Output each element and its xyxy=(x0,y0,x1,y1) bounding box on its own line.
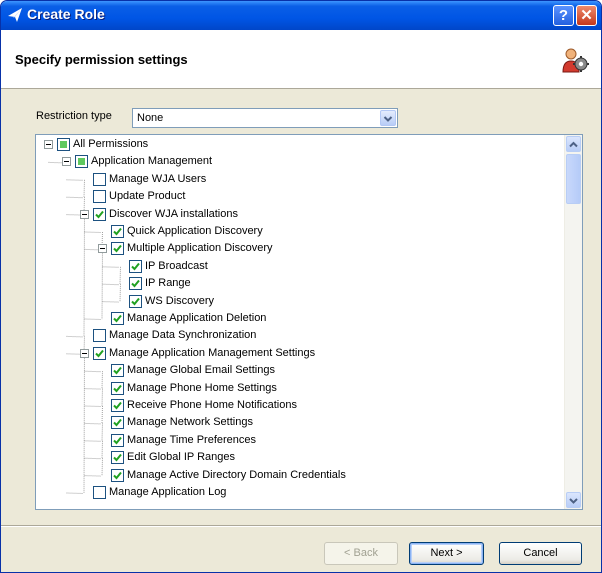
permissions-tree[interactable]: All Permissions Application Management Man… xyxy=(35,134,583,510)
tree-node-label: Manage Global Email Settings xyxy=(127,364,275,377)
checkbox-checked-icon[interactable] xyxy=(111,225,124,238)
scroll-thumb[interactable] xyxy=(566,154,581,204)
checkbox-checked-icon[interactable] xyxy=(129,259,142,273)
tree-node[interactable]: Manage Global Email Settings xyxy=(36,363,556,379)
collapse-icon[interactable] xyxy=(44,140,53,149)
checkbox-checked-icon[interactable] xyxy=(111,416,124,430)
user-gear-icon xyxy=(562,48,589,73)
checkbox-checked-icon[interactable] xyxy=(129,294,142,308)
chevron-down-icon xyxy=(383,116,393,122)
tree-node[interactable]: All Permissions xyxy=(36,137,556,153)
tree-node-label: Manage WJA Users xyxy=(109,172,207,185)
window-title: Create Role xyxy=(27,6,105,22)
back-button[interactable]: < Back xyxy=(324,542,398,565)
checkbox-checked-icon[interactable] xyxy=(111,364,124,378)
tree-node-label: IP Broadcast xyxy=(145,259,208,272)
tree-node-label: IP Range xyxy=(145,277,191,290)
tree-node[interactable]: Manage Data Synchronization xyxy=(36,328,556,344)
tree-node[interactable]: Manage Active Directory Domain Credentia… xyxy=(36,468,556,484)
checkbox-checked-icon[interactable] xyxy=(111,381,124,395)
checkbox-checked-icon[interactable] xyxy=(111,312,124,325)
tree-node[interactable]: Manage Application Management Settings xyxy=(36,346,556,362)
tree-node[interactable]: Manage Application Deletion xyxy=(36,311,556,327)
checkbox-checked-icon[interactable] xyxy=(111,242,124,256)
tree-node-label: Update Product xyxy=(109,190,186,203)
vertical-scrollbar[interactable] xyxy=(564,135,582,509)
scroll-down-button[interactable] xyxy=(566,492,581,508)
tree-node-label: Manage Data Synchronization xyxy=(109,329,257,342)
tree-node-label: WS Discovery xyxy=(145,294,215,307)
tree-node[interactable]: Multiple Application Discovery xyxy=(36,241,556,257)
tree-node-label: All Permissions xyxy=(73,138,149,150)
role-wizard-icon xyxy=(8,8,22,22)
tree-node[interactable]: IP Range xyxy=(36,276,556,292)
tree-node[interactable]: IP Broadcast xyxy=(36,259,556,275)
tree-node[interactable]: Manage WJA Users xyxy=(36,172,556,188)
wizard-header: Specify permission settings xyxy=(1,30,601,89)
footer-divider xyxy=(1,525,601,527)
checkbox-checked-icon[interactable] xyxy=(111,468,124,482)
collapse-icon[interactable] xyxy=(98,244,107,254)
tree-node-label: Manage Application Deletion xyxy=(127,312,267,324)
checkbox-icon[interactable] xyxy=(93,172,106,186)
tree-node[interactable]: Manage Network Settings xyxy=(36,415,556,431)
tree-node-label: Manage Phone Home Settings xyxy=(127,381,277,394)
tree-node-label: Discover WJA installations xyxy=(109,207,238,220)
checkbox-checked-icon[interactable] xyxy=(111,451,124,465)
scroll-up-button[interactable] xyxy=(566,136,581,152)
checkbox-partial-icon[interactable] xyxy=(75,155,88,169)
tree-node-label: Manage Application Log xyxy=(109,486,227,498)
collapse-icon[interactable] xyxy=(80,209,89,219)
help-button[interactable]: ? xyxy=(553,5,574,26)
next-button[interactable]: Next > xyxy=(409,542,484,565)
tree-node-label: Edit Global IP Ranges xyxy=(127,451,236,464)
tree-node-label: Manage Application Management Settings xyxy=(109,346,316,359)
checkbox-checked-icon[interactable] xyxy=(93,207,106,221)
chevron-up-icon xyxy=(569,141,578,148)
tree-node[interactable]: Manage Application Log xyxy=(36,485,556,501)
checkbox-icon[interactable] xyxy=(93,190,106,204)
restriction-type-value: None xyxy=(137,112,164,124)
page-title: Specify permission settings xyxy=(15,52,188,67)
create-role-dialog: Create Role ? ✕ Specify permission setti… xyxy=(0,0,602,573)
tree-node[interactable]: Manage Time Preferences xyxy=(36,433,556,449)
checkbox-icon[interactable] xyxy=(93,329,106,343)
close-button[interactable]: ✕ xyxy=(576,5,597,26)
checkbox-checked-icon[interactable] xyxy=(111,433,124,447)
tree-node[interactable]: Quick Application Discovery xyxy=(36,224,556,240)
checkbox-checked-icon[interactable] xyxy=(93,346,106,360)
checkbox-checked-icon[interactable] xyxy=(129,277,142,291)
tree-node-label: Receive Phone Home Notifications xyxy=(127,399,297,411)
tree-node[interactable]: Update Product xyxy=(36,189,556,205)
tree-node-label: Manage Network Settings xyxy=(127,416,253,429)
tree-node[interactable]: Discover WJA installations xyxy=(36,207,556,223)
tree-node-label: Multiple Application Discovery xyxy=(127,242,273,255)
restriction-type-label: Restriction type xyxy=(36,110,112,122)
tree-node[interactable]: Receive Phone Home Notifications xyxy=(36,398,556,414)
tree-node-label: Manage Active Directory Domain Credentia… xyxy=(127,468,346,481)
restriction-type-select[interactable]: None xyxy=(132,108,398,128)
checkbox-partial-icon[interactable] xyxy=(57,138,70,151)
tree-node[interactable]: Edit Global IP Ranges xyxy=(36,450,556,466)
tree-node[interactable]: Manage Phone Home Settings xyxy=(36,381,556,397)
checkbox-checked-icon[interactable] xyxy=(111,399,124,412)
chevron-down-icon xyxy=(569,498,578,504)
collapse-icon[interactable] xyxy=(80,348,89,358)
tree-node[interactable]: Application Management xyxy=(36,154,556,170)
collapse-icon[interactable] xyxy=(62,157,71,167)
checkbox-icon[interactable] xyxy=(93,486,106,499)
tree-node-label: Manage Time Preferences xyxy=(127,433,257,446)
tree-node-label: Application Management xyxy=(91,155,213,168)
tree-node-label: Quick Application Discovery xyxy=(127,225,263,237)
cancel-button[interactable]: Cancel xyxy=(499,542,582,565)
dropdown-button[interactable] xyxy=(380,110,396,126)
tree-node[interactable]: WS Discovery xyxy=(36,294,556,310)
title-bar[interactable]: Create Role ? ✕ xyxy=(1,1,601,30)
